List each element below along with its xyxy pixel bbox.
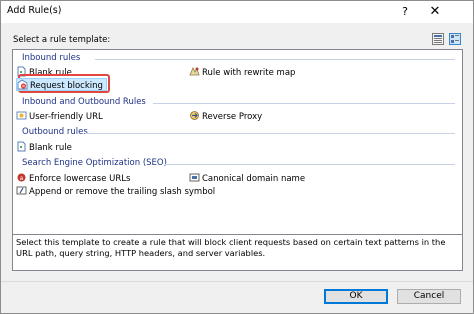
help-button[interactable]: ? xyxy=(393,3,417,20)
group-divider xyxy=(153,103,455,104)
tile-view-icon[interactable] xyxy=(449,33,461,45)
lowercase-urls-icon: a xyxy=(16,172,27,183)
details-view-icon[interactable] xyxy=(432,33,444,45)
template-item-label: User-friendly URL xyxy=(29,112,103,122)
template-item-reverse-proxy[interactable]: Reverse Proxy xyxy=(189,110,262,123)
view-mode-buttons xyxy=(432,33,464,46)
request-blocking-icon xyxy=(17,79,28,90)
template-item-request-blocking[interactable]: Request blocking xyxy=(16,78,107,91)
title-bar: Add Rule(s) ? ✕ xyxy=(1,1,473,23)
template-item-lowercase-urls[interactable]: a Enforce lowercase URLs xyxy=(16,172,130,185)
rewrite-map-icon xyxy=(189,66,200,77)
template-item-blank-outbound[interactable]: Blank rule xyxy=(16,141,72,154)
blank-rule-icon xyxy=(16,141,27,152)
group-divider xyxy=(165,164,455,165)
close-button[interactable]: ✕ xyxy=(423,3,447,20)
group-header-inbound: Inbound rules xyxy=(22,53,81,63)
group-divider xyxy=(85,133,455,134)
template-item-label: Request blocking xyxy=(30,81,103,91)
template-item-label: Blank rule xyxy=(29,143,72,153)
window-title: Add Rule(s) xyxy=(7,5,62,16)
group-header-seo: Search Engine Optimization (SEO) xyxy=(22,158,167,168)
user-friendly-url-icon xyxy=(16,110,27,121)
template-item-rewrite-map[interactable]: Rule with rewrite map xyxy=(189,66,295,79)
template-item-label: Enforce lowercase URLs xyxy=(29,174,131,184)
template-item-canonical-domain[interactable]: Canonical domain name xyxy=(189,172,305,185)
template-item-label: Rule with rewrite map xyxy=(202,68,296,78)
reverse-proxy-icon xyxy=(189,110,200,121)
group-header-outbound: Outbound rules xyxy=(22,127,88,137)
ok-button[interactable]: OK xyxy=(324,289,388,304)
template-item-label: Append or remove the trailing slash symb… xyxy=(29,187,216,197)
add-rules-dialog: Add Rule(s) ? ✕ Select a rule template: … xyxy=(0,0,474,314)
group-divider xyxy=(95,59,455,60)
template-item-label: Reverse Proxy xyxy=(202,112,263,122)
svg-text:a: a xyxy=(20,175,24,182)
template-prompt-label: Select a rule template: xyxy=(13,35,111,45)
template-item-label: Canonical domain name xyxy=(202,174,306,184)
canonical-domain-icon xyxy=(189,172,200,183)
template-description: Select this template to create a rule th… xyxy=(12,235,463,271)
button-area-divider xyxy=(1,281,473,282)
template-item-user-friendly-url[interactable]: User-friendly URL xyxy=(16,110,103,123)
rule-template-list[interactable]: Inbound rules Blank rule Rule with rewri… xyxy=(12,49,463,235)
trailing-slash-icon xyxy=(16,185,27,196)
group-header-inbound-outbound: Inbound and Outbound Rules xyxy=(22,97,146,107)
cancel-button[interactable]: Cancel xyxy=(397,289,461,304)
template-item-trailing-slash[interactable]: Append or remove the trailing slash symb… xyxy=(16,185,215,198)
